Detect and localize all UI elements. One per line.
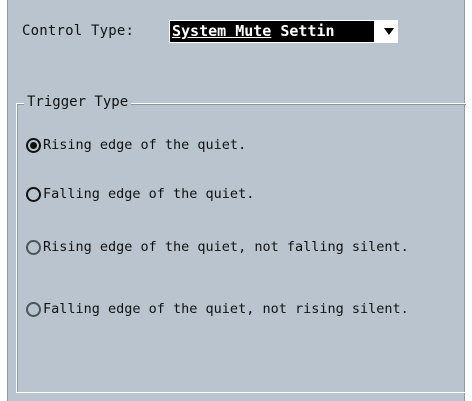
control-type-label: Control Type: <box>22 23 135 39</box>
radio-button-icon[interactable] <box>26 186 41 202</box>
chevron-down-icon[interactable] <box>384 27 394 35</box>
radio-button-icon[interactable] <box>26 301 41 317</box>
radio-option-falling-edge[interactable]: Falling edge of the quiet. <box>26 184 254 204</box>
radio-option-falling-not-rising[interactable]: Falling edge of the quiet, not rising si… <box>26 299 409 319</box>
control-type-value-rest: Settin <box>271 21 335 40</box>
radio-button-icon[interactable] <box>26 239 41 255</box>
radio-label: Falling edge of the quiet. <box>43 186 255 202</box>
control-type-dropdown[interactable]: System Mute Settin <box>169 19 398 43</box>
radio-option-rising-not-falling[interactable]: Rising edge of the quiet, not falling si… <box>26 237 409 257</box>
control-type-value-underlined: System Mute <box>172 21 272 40</box>
settings-panel: Control Type: System Mute Settin Trigger… <box>7 0 467 401</box>
radio-button-icon[interactable] <box>26 137 41 153</box>
radio-label: Rising edge of the quiet, not falling si… <box>43 239 409 255</box>
control-type-selected-value: System Mute Settin <box>170 20 374 42</box>
radio-label: Falling edge of the quiet, not rising si… <box>43 301 409 317</box>
radio-option-rising-edge[interactable]: Rising edge of the quiet. <box>26 135 246 155</box>
trigger-type-title: Trigger Type <box>24 93 132 111</box>
control-type-row: Control Type: System Mute Settin <box>22 19 398 43</box>
radio-label: Rising edge of the quiet. <box>43 137 247 153</box>
